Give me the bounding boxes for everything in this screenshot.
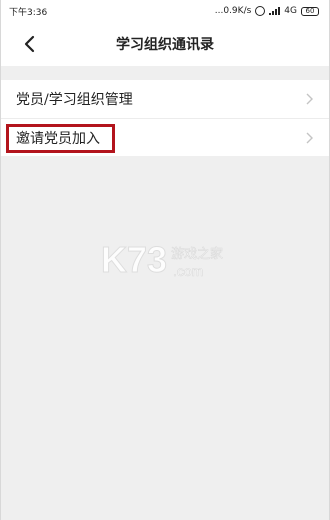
status-time: 下午3:36	[9, 7, 48, 18]
back-arrow-icon	[24, 35, 35, 53]
menu-item-label: 党员/学习组织管理	[16, 92, 133, 108]
menu-item-manage[interactable]: 党员/学习组织管理	[1, 80, 329, 118]
menu-list: 党员/学习组织管理 邀请党员加入	[1, 80, 329, 156]
network-speed: ...0.9K/s	[214, 6, 252, 16]
phone-screen: 下午3:36 ...0.9K/s 4G 60 学习组织通讯录 党员/学习组织管理	[0, 0, 330, 520]
menu-item-label: 邀请党员加入	[16, 130, 100, 147]
nav-bar: 学习组织通讯录	[1, 22, 329, 66]
alarm-icon	[255, 6, 266, 16]
svg-text:游戏之家: 游戏之家	[171, 246, 223, 262]
status-right: ...0.9K/s 4G 60	[215, 6, 319, 16]
page-title: 学习组织通讯录	[116, 37, 214, 53]
chevron-right-icon	[306, 93, 313, 105]
svg-text:.com: .com	[173, 263, 203, 279]
signal-icon	[269, 7, 281, 15]
battery-level: 60	[305, 7, 315, 15]
battery-icon: 60	[301, 6, 319, 16]
menu-item-invite[interactable]: 邀请党员加入	[1, 118, 329, 156]
back-button[interactable]	[17, 32, 41, 56]
chevron-right-icon	[306, 132, 313, 143]
status-bar: 下午3:36 ...0.9K/s 4G 60	[1, 0, 329, 22]
k73-logo-icon: K73 游戏之家 .com	[101, 239, 224, 281]
watermark-logo: K73 游戏之家 .com	[101, 238, 241, 288]
status-left: 下午3:36	[9, 5, 47, 18]
network-type: 4G	[284, 6, 297, 16]
svg-text:K73: K73	[101, 239, 167, 280]
